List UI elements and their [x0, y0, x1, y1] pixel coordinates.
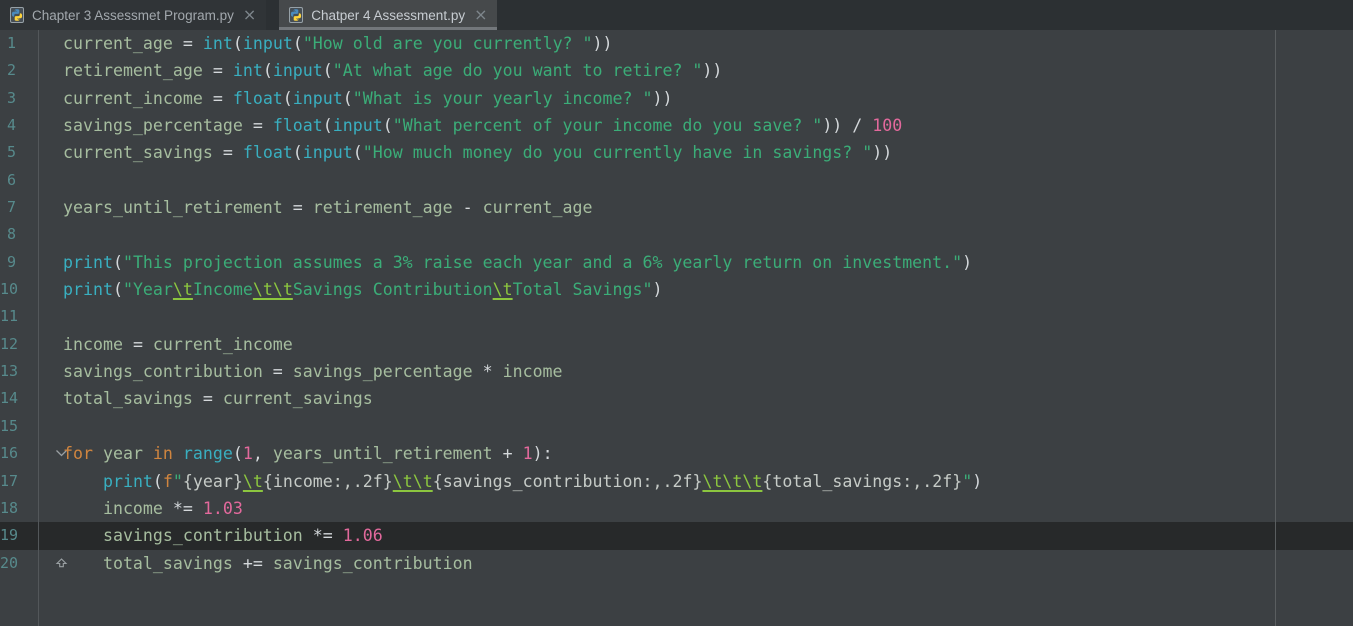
code-row: 6: [0, 167, 1353, 194]
code-row: 8: [0, 221, 1353, 248]
code-row: 3 current_income = float(input("What is y…: [0, 85, 1353, 112]
line-number[interactable]: 8: [0, 221, 38, 248]
code-row: 13 savings_contribution = savings_percent…: [0, 358, 1353, 385]
code-line[interactable]: print(f"{year}\t{income:,.2f}\t\t{saving…: [38, 468, 982, 495]
line-number[interactable]: 16: [0, 440, 38, 467]
code-line[interactable]: for year in range(1, years_until_retirem…: [38, 440, 553, 467]
code-row-active: 19 savings_contribution *= 1.06: [0, 522, 1353, 550]
tab-chapter-3-assessmet-program[interactable]: Chapter 3 Assessmet Program.py ×: [0, 0, 267, 30]
tab-label: Chapter 3 Assessmet Program.py: [32, 7, 234, 23]
line-number[interactable]: 6: [0, 167, 38, 194]
code-row: 2 retirement_age = int(input("At what age…: [0, 57, 1353, 84]
code-line[interactable]: [38, 167, 63, 194]
line-number[interactable]: 3: [0, 85, 38, 112]
line-number[interactable]: 17: [0, 468, 38, 495]
code-line[interactable]: savings_contribution *= 1.06: [38, 522, 383, 549]
code-line[interactable]: [38, 413, 63, 440]
close-icon[interactable]: ×: [243, 7, 256, 23]
code-line[interactable]: savings_percentage = float(input("What p…: [38, 112, 902, 139]
code-row: 16 for year in range(1, years_until_retir…: [0, 440, 1353, 467]
code-line[interactable]: [38, 303, 63, 330]
code-line[interactable]: income = current_income: [38, 331, 293, 358]
line-number[interactable]: 5: [0, 139, 38, 166]
right-margin-guide: [1275, 30, 1276, 626]
line-number[interactable]: 1: [0, 30, 38, 57]
code-rows: 1 current_age = int(input("How old are yo…: [0, 30, 1353, 577]
code-line[interactable]: years_until_retirement = retirement_age …: [38, 194, 593, 221]
line-number[interactable]: 15: [0, 413, 38, 440]
editor-tab-bar: Chapter 3 Assessmet Program.py × Chatper…: [0, 0, 1353, 30]
tab-chatper-4-assessment[interactable]: Chatper 4 Assessment.py ×: [279, 0, 498, 30]
code-line[interactable]: current_savings = float(input("How much …: [38, 139, 892, 166]
code-line[interactable]: retirement_age = int(input("At what age …: [38, 57, 722, 84]
code-row: 17 print(f"{year}\t{income:,.2f}\t\t{sav…: [0, 468, 1353, 495]
code-line[interactable]: income *= 1.03: [38, 495, 243, 522]
code-line[interactable]: print("Year\tIncome\t\tSavings Contribut…: [38, 276, 662, 303]
python-file-icon: [288, 7, 304, 23]
code-row: 9 print("This projection assumes a 3% rai…: [0, 249, 1353, 276]
line-number[interactable]: 19: [0, 522, 38, 549]
code-row: 5 current_savings = float(input("How much…: [0, 139, 1353, 166]
close-icon[interactable]: ×: [474, 7, 487, 23]
code-line[interactable]: savings_contribution = savings_percentag…: [38, 358, 563, 385]
line-number[interactable]: 14: [0, 385, 38, 412]
code-row: 14 total_savings = current_savings: [0, 385, 1353, 412]
code-line[interactable]: [38, 221, 63, 248]
ide-window: Chapter 3 Assessmet Program.py × Chatper…: [0, 0, 1353, 626]
code-line[interactable]: print("This projection assumes a 3% rais…: [38, 249, 972, 276]
code-line[interactable]: total_savings += savings_contribution: [38, 550, 473, 577]
python-file-icon: [9, 7, 25, 23]
line-number[interactable]: 10: [0, 276, 38, 303]
code-row: 4 savings_percentage = float(input("What …: [0, 112, 1353, 139]
code-editor[interactable]: 1 current_age = int(input("How old are yo…: [0, 30, 1353, 626]
line-number[interactable]: 12: [0, 331, 38, 358]
code-line[interactable]: current_age = int(input("How old are you…: [38, 30, 613, 57]
code-row: 11: [0, 303, 1353, 330]
line-number[interactable]: 18: [0, 495, 38, 522]
line-number[interactable]: 20: [0, 550, 38, 577]
code-row: 18 income *= 1.03: [0, 495, 1353, 522]
line-number[interactable]: 7: [0, 194, 38, 221]
code-row: 20 total_savings += savings_contribution: [0, 550, 1353, 577]
code-row: 10 print("Year\tIncome\t\tSavings Contrib…: [0, 276, 1353, 303]
code-row: 15: [0, 413, 1353, 440]
tab-label: Chatper 4 Assessment.py: [311, 7, 466, 23]
code-row: 7 years_until_retirement = retirement_age…: [0, 194, 1353, 221]
code-line[interactable]: current_income = float(input("What is yo…: [38, 85, 672, 112]
code-row: 1 current_age = int(input("How old are yo…: [0, 30, 1353, 57]
line-number[interactable]: 9: [0, 249, 38, 276]
line-number[interactable]: 11: [0, 303, 38, 330]
code-row: 12 income = current_income: [0, 331, 1353, 358]
line-number[interactable]: 2: [0, 57, 38, 84]
line-number[interactable]: 4: [0, 112, 38, 139]
line-number[interactable]: 13: [0, 358, 38, 385]
code-line[interactable]: total_savings = current_savings: [38, 385, 373, 412]
